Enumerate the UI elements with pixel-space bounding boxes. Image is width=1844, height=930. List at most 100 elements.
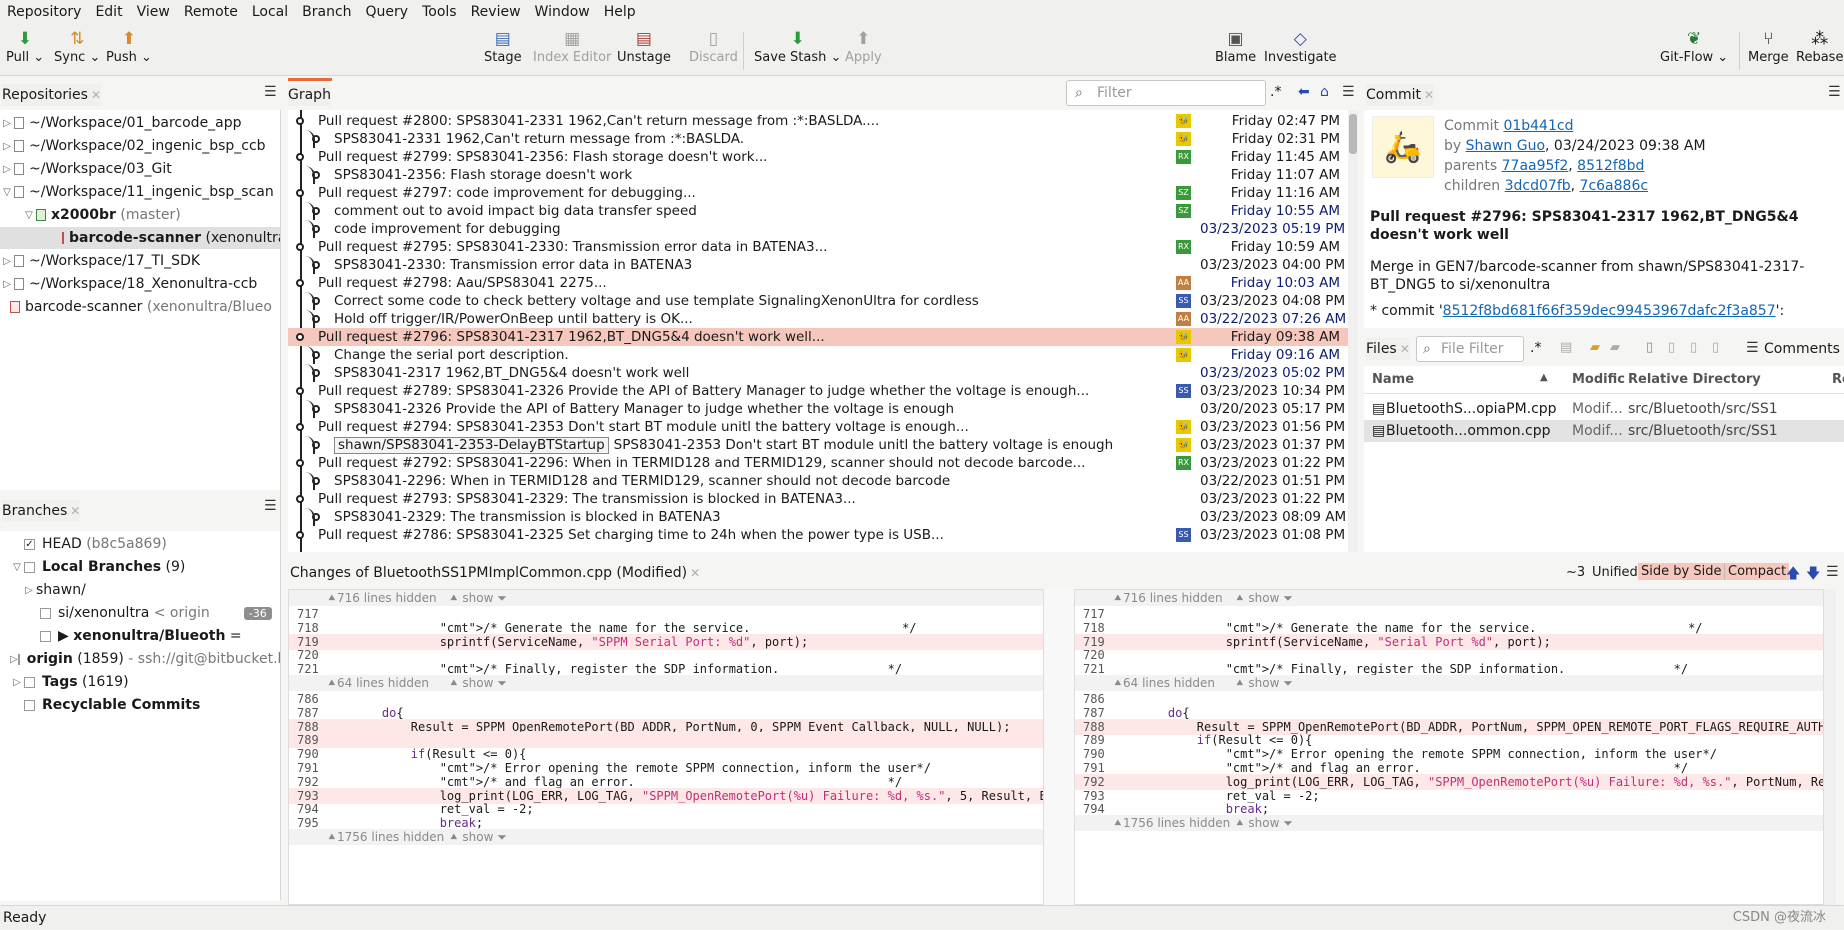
graph-row[interactable]: SPS83041-2331 1962,Can't return message … xyxy=(288,130,1348,148)
regex-toggle[interactable]: .* xyxy=(1530,340,1541,356)
repo-item[interactable]: ▷ ~/Workspace/17_TI_SDK xyxy=(0,250,280,272)
file-icon[interactable]: ▯ xyxy=(1690,340,1697,355)
menu-window[interactable]: Window xyxy=(528,0,597,24)
arrow-up-icon[interactable]: 🡅 xyxy=(1786,563,1800,587)
hidden-lines-bar[interactable]: ⯅ 716 lines hidden ⯅ show ⏷ xyxy=(289,590,1043,606)
git-flow-button[interactable]: ❦ Git-Flow ⌄ xyxy=(1660,28,1728,65)
graph-row[interactable]: Correct some code to check bettery volta… xyxy=(288,292,1348,310)
expand-icon[interactable]: ⯅ xyxy=(327,829,337,845)
diff-left-pane[interactable]: ⯅ 716 lines hidden ⯅ show ⏷ 717 718 "cmt">/*… xyxy=(288,589,1044,905)
expand-icon[interactable]: ⯅ xyxy=(327,590,337,606)
child-link[interactable]: 7c6a886c xyxy=(1580,178,1649,194)
commit-hash-link[interactable]: 01b441cd xyxy=(1503,118,1573,134)
checkbox[interactable] xyxy=(40,630,51,642)
index-editor-button[interactable]: ▦ Index Editor xyxy=(533,28,611,65)
arrow-down-icon[interactable]: 🡇 xyxy=(1806,563,1820,587)
local-branches-item[interactable]: ▽ Local Branches (9) xyxy=(0,556,280,578)
show-button[interactable]: ⯅ show ⏷ xyxy=(1235,815,1293,831)
graph-scrollbar[interactable] xyxy=(1348,110,1358,552)
hamburger-icon[interactable]: ☰ xyxy=(264,84,277,100)
home-icon[interactable]: ⌂ xyxy=(1320,84,1329,100)
file-row[interactable]: ▤ BluetoothS...opiaPM.cpp Modif... src/Blue… xyxy=(1364,398,1844,420)
checkbox-checked[interactable]: ✓ xyxy=(24,538,35,550)
head-item[interactable]: ✓ HEAD (b8c5a869) xyxy=(0,533,280,555)
hamburger-icon[interactable]: ☰ xyxy=(1746,340,1759,356)
show-button[interactable]: ⯅ show ⏷ xyxy=(449,590,507,606)
push-button[interactable]: ⬆ Push ⌄ xyxy=(106,28,152,65)
graph-row[interactable]: SPS83041-2317 1962,BT_DNG5&4 doesn't wor… xyxy=(288,364,1348,382)
repo-item[interactable]: ▷ ~/Workspace/03_Git xyxy=(0,158,280,180)
col-name[interactable]: Name xyxy=(1372,372,1414,387)
folder-open-icon[interactable]: ▰ xyxy=(1590,340,1600,355)
file-icon[interactable]: ▯ xyxy=(1646,340,1653,355)
discard-button[interactable]: ▯ Discard xyxy=(689,28,738,65)
close-icon[interactable]: ✕ xyxy=(1424,88,1434,102)
close-icon[interactable]: ✕ xyxy=(91,88,101,102)
branch-folder-shawn[interactable]: ▷ shawn/ xyxy=(0,579,280,601)
graph-row[interactable]: Pull request #2792: SPS83041-2296: When … xyxy=(288,454,1348,472)
menu-local[interactable]: Local xyxy=(245,0,295,24)
arrow-left-icon[interactable]: ⬅ xyxy=(1298,84,1310,100)
branch-si-xenonultra[interactable]: si/xenonultra < origin -36 xyxy=(0,602,280,624)
hamburger-icon[interactable]: ☰ xyxy=(1342,84,1355,100)
menu-remote[interactable]: Remote xyxy=(177,0,245,24)
parent-link[interactable]: 77aa95f2 xyxy=(1502,158,1569,174)
menu-view[interactable]: View xyxy=(130,0,177,24)
close-icon[interactable]: ✕ xyxy=(1400,342,1410,356)
checkbox[interactable] xyxy=(40,607,51,619)
graph-row[interactable]: Pull request #2797: code improvement for… xyxy=(288,184,1348,202)
menu-tools[interactable]: Tools xyxy=(415,0,464,24)
show-button[interactable]: ⯅ show ⏷ xyxy=(449,675,507,691)
origin-item[interactable]: ▷ origin (1859) - ssh://git@bitbucket.h xyxy=(0,648,280,670)
graph-filter-input[interactable]: ⌕ Filter xyxy=(1066,80,1266,106)
unified-toggle[interactable]: Unified xyxy=(1592,565,1638,580)
graph-row[interactable]: code improvement for debugging 03/23/2023… xyxy=(288,220,1348,238)
splitter[interactable] xyxy=(280,110,281,900)
show-button[interactable]: ⯅ show ⏷ xyxy=(1235,590,1293,606)
graph-row[interactable]: SPS83041-2356: Flash storage doesn't wor… xyxy=(288,166,1348,184)
diff-right-pane[interactable]: ⯅ 716 lines hidden ⯅ show ⏷ 717 718 "cmt">/*… xyxy=(1074,589,1824,905)
hidden-lines-bar[interactable]: ⯅ 716 lines hidden ⯅ show ⏷ xyxy=(1075,590,1823,606)
graph-row[interactable]: Pull request #2786: SPS83041-2325 Set ch… xyxy=(288,526,1348,544)
merge-button[interactable]: ⑂ Merge xyxy=(1748,28,1789,65)
save-stash-button[interactable]: ⬇ Save Stash ⌄ xyxy=(754,28,841,65)
col-re[interactable]: Re xyxy=(1832,372,1844,387)
menu-review[interactable]: Review xyxy=(464,0,528,24)
expand-icon[interactable]: ⯅ xyxy=(327,675,337,691)
graph-row[interactable]: Pull request #2794: SPS83041-2353 Don't … xyxy=(288,418,1348,436)
graph-row[interactable]: Hold off trigger/IR/PowerOnBeep until ba… xyxy=(288,310,1348,328)
graph-row[interactable]: Pull request #2798: Aau/SPS83041 2275...… xyxy=(288,274,1348,292)
graph-row[interactable]: Pull request #2799: SPS83041-2356: Flash… xyxy=(288,148,1348,166)
scrollbar-thumb[interactable] xyxy=(1349,114,1357,154)
comments-tab[interactable]: Comments xyxy=(1764,338,1840,360)
menu-branch[interactable]: Branch xyxy=(295,0,358,24)
tags-item[interactable]: ▷ Tags (1619) xyxy=(0,671,280,693)
hidden-lines-bar[interactable]: ⯅ 64 lines hidden ⯅ show ⏷ xyxy=(289,675,1043,691)
blame-button[interactable]: ▣ Blame xyxy=(1215,28,1256,65)
investigate-button[interactable]: ◇ Investigate xyxy=(1264,28,1337,65)
repo-item[interactable]: ▷ ~/Workspace/18_Xenonultra-ccb xyxy=(0,273,280,295)
recyclable-commits-item[interactable]: Recyclable Commits xyxy=(0,694,280,716)
diff-scrollbar[interactable] xyxy=(1824,589,1836,905)
file-icon[interactable]: ▯ xyxy=(1668,340,1675,355)
hidden-lines-bar[interactable]: ⯅ 64 lines hidden ⯅ show ⏷ xyxy=(1075,675,1823,691)
repo-item[interactable]: ▽ ~/Workspace/11_ingenic_bsp_scan xyxy=(0,181,280,203)
unstage-button[interactable]: ▤ Unstage xyxy=(617,28,671,65)
hamburger-icon[interactable]: ☰ xyxy=(1826,564,1839,580)
graph-row[interactable]: SPS83041-2329: The transmission is block… xyxy=(288,508,1348,526)
compact-toggle[interactable]: Compact xyxy=(1724,563,1790,580)
branch-xenonultra-bluetooth[interactable]: ▶ xenonultra/Blueoth = xyxy=(0,625,280,647)
checkbox[interactable] xyxy=(24,676,35,688)
repo-item[interactable]: ▷ ~/Workspace/01_barcode_app xyxy=(0,112,280,134)
checkbox[interactable] xyxy=(17,653,20,665)
graph-row[interactable]: SPS83041-2326 Provide the API of Battery… xyxy=(288,400,1348,418)
close-icon[interactable]: ✕ xyxy=(690,566,700,580)
menu-help[interactable]: Help xyxy=(597,0,643,24)
hidden-lines-bar[interactable]: ⯅ 1756 lines hidden ⯅ show ⏷ xyxy=(1075,815,1823,832)
expand-icon[interactable]: ⯅ xyxy=(1113,590,1123,606)
checkbox[interactable] xyxy=(24,561,35,573)
graph-row[interactable]: comment out to avoid impact big data tra… xyxy=(288,202,1348,220)
show-button[interactable]: ⯅ show ⏷ xyxy=(1235,675,1293,691)
regex-toggle[interactable]: .* xyxy=(1270,84,1281,100)
sync-button[interactable]: ⇅ Sync ⌄ xyxy=(54,28,100,65)
